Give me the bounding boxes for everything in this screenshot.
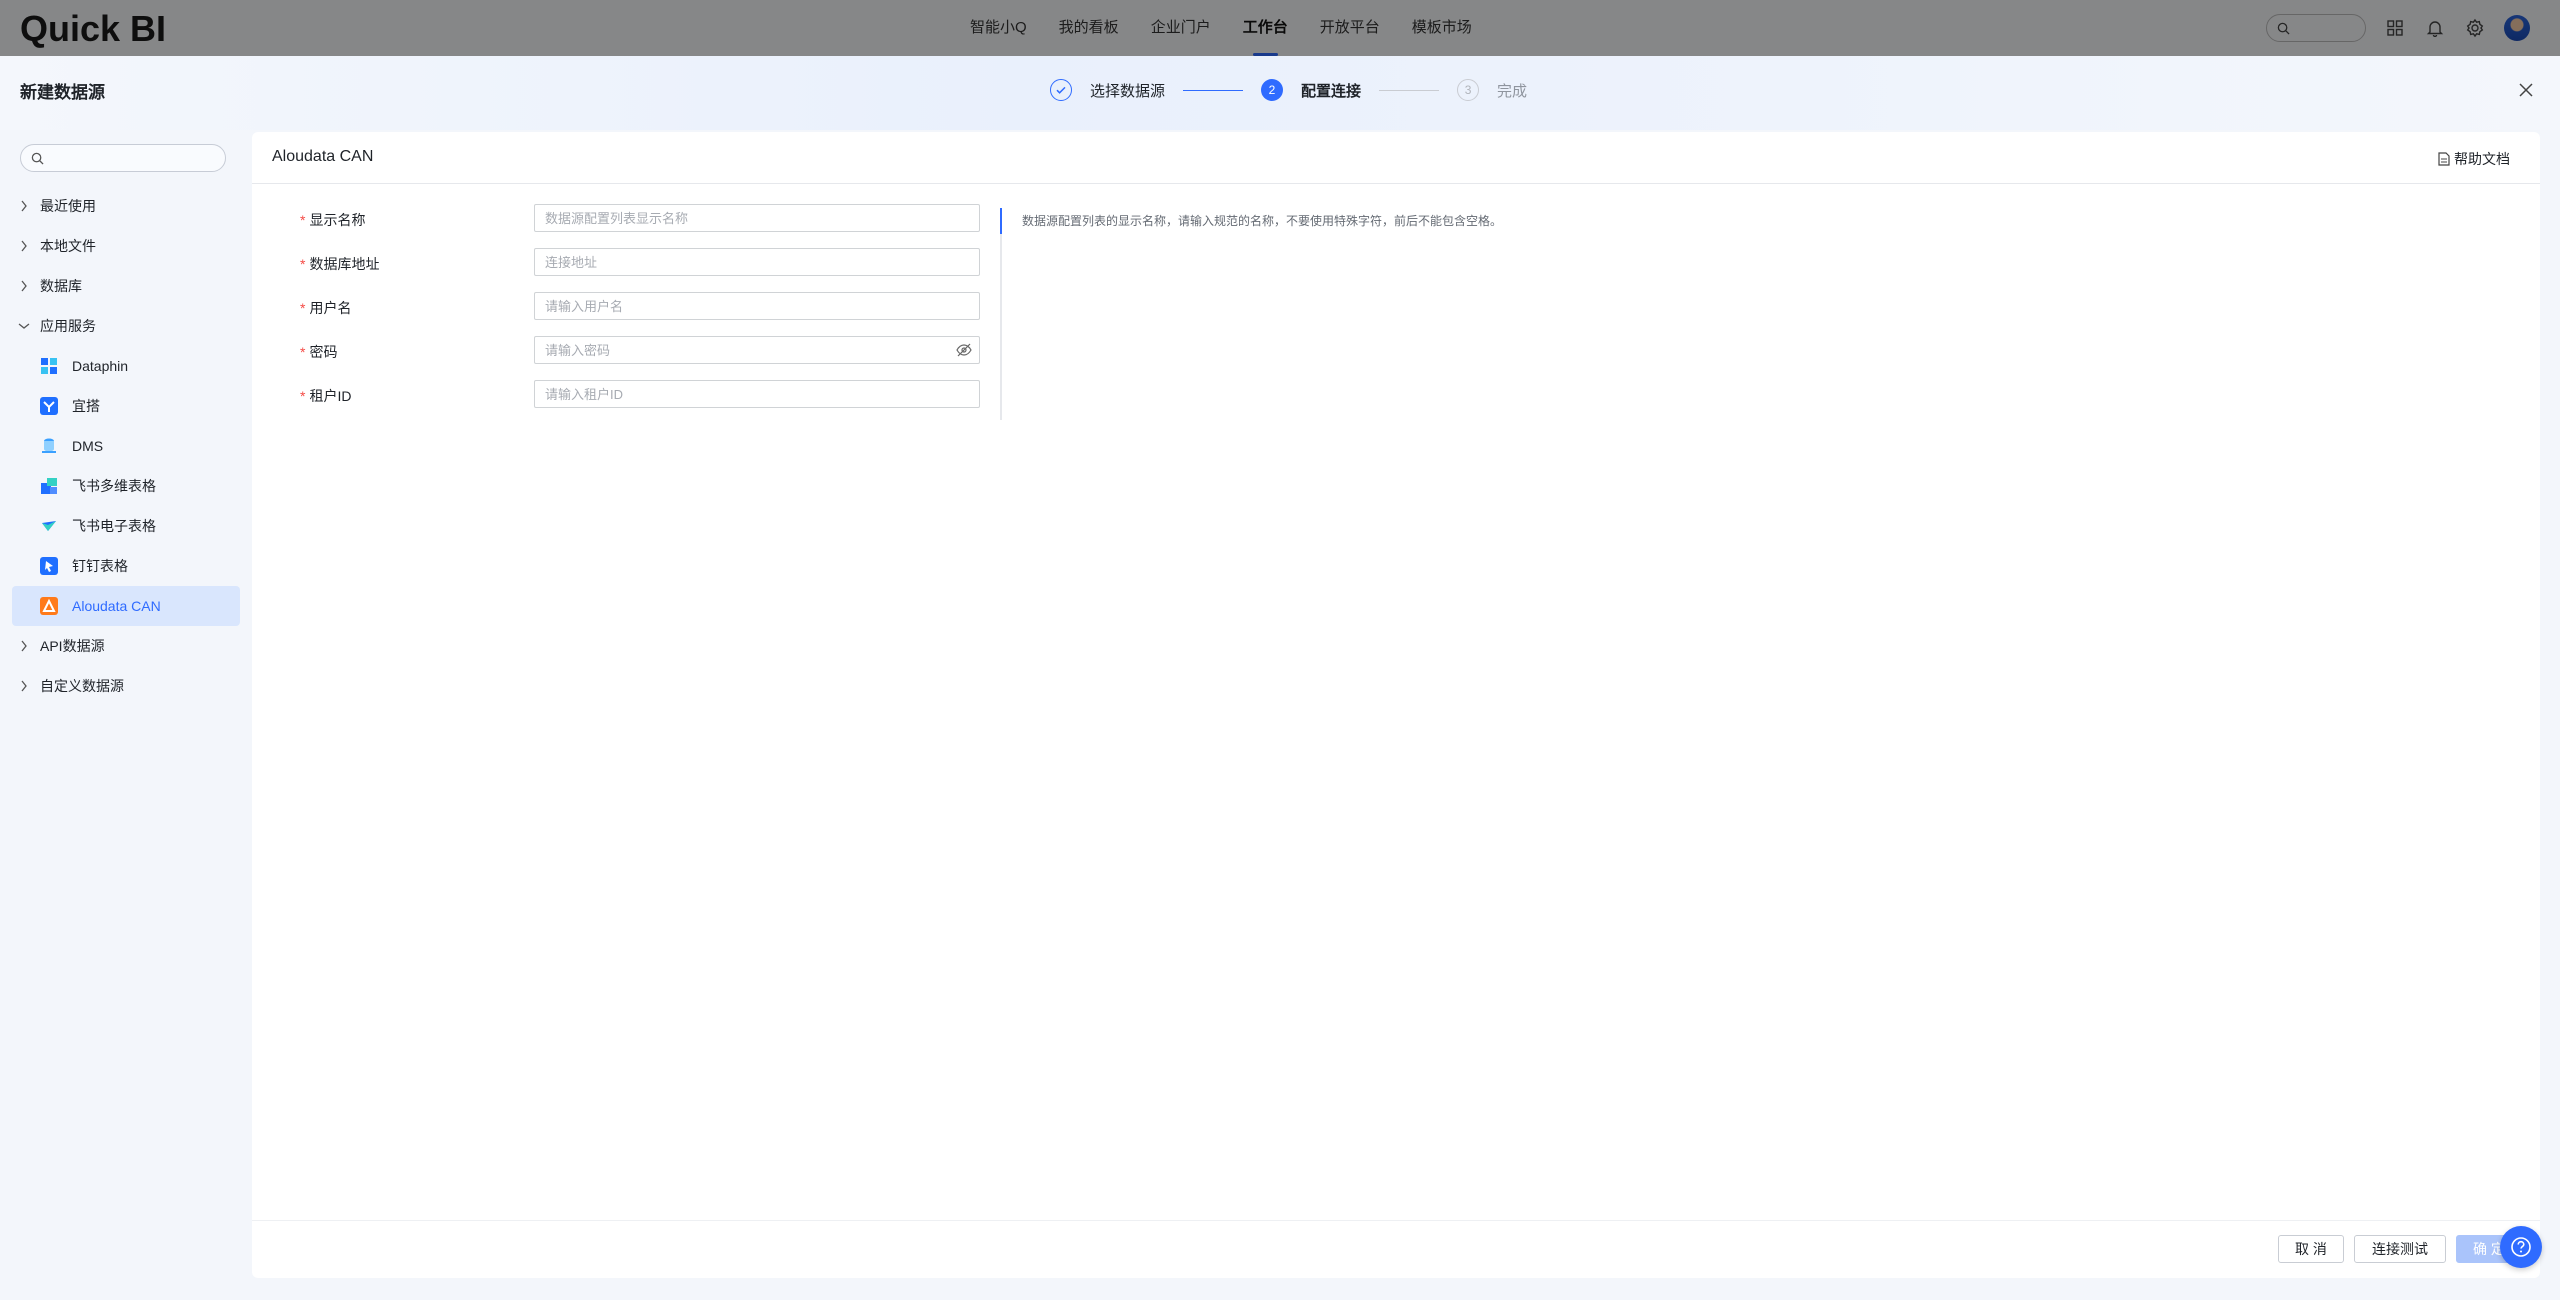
tree-item-dataphin[interactable]: Dataphin bbox=[12, 346, 240, 386]
search-icon bbox=[31, 152, 44, 165]
field-hint-divider bbox=[1000, 208, 1002, 420]
password-label: * 密码 bbox=[300, 342, 337, 362]
tree-item-feishu-bitable[interactable]: 飞书多维表格 bbox=[12, 466, 240, 506]
password-label-text: 密码 bbox=[309, 344, 338, 360]
required-mark: * bbox=[300, 344, 306, 360]
chevron-right-icon bbox=[18, 680, 30, 692]
feishu-bitable-icon bbox=[40, 477, 58, 495]
tree-item-feishu-sheet[interactable]: 飞书电子表格 bbox=[12, 506, 240, 546]
step-2-label: 配置连接 bbox=[1301, 82, 1362, 100]
tree-item-label: 飞书多维表格 bbox=[72, 478, 156, 494]
username-label-text: 用户名 bbox=[309, 300, 352, 316]
tree-group-label: 自定义数据源 bbox=[40, 678, 124, 694]
required-mark: * bbox=[300, 256, 306, 272]
eye-off-icon[interactable] bbox=[956, 343, 972, 357]
tree-item-dingtalk-sheet[interactable]: 钉钉表格 bbox=[12, 546, 240, 586]
step-1-label: 选择数据源 bbox=[1090, 82, 1166, 100]
datasource-type-sidebar: 最近使用 本地文件 数据库 应用服务 Dataphin 宜搭 DMS 飞书多维表… bbox=[0, 130, 250, 1300]
help-float-button[interactable] bbox=[2500, 1226, 2542, 1268]
tree-group-label: 本地文件 bbox=[40, 238, 96, 254]
tree-group-database[interactable]: 数据库 bbox=[12, 266, 240, 306]
step-connector-2 bbox=[1379, 89, 1440, 91]
yida-icon bbox=[40, 397, 58, 415]
panel-title: Aloudata CAN bbox=[272, 148, 374, 165]
document-icon bbox=[2438, 152, 2450, 166]
field-hint-text: 数据源配置列表的显示名称，请输入规范的名称，不要使用特殊字符，前后不能包含空格。 bbox=[1022, 214, 1503, 228]
display-name-input[interactable] bbox=[534, 204, 980, 232]
form-row-display-name: * 显示名称 bbox=[252, 204, 1012, 234]
tree-item-dms[interactable]: DMS bbox=[12, 426, 240, 466]
tree-group-label: API数据源 bbox=[40, 638, 105, 654]
sidebar-search-input[interactable] bbox=[20, 144, 226, 172]
tree-group-app-services[interactable]: 应用服务 bbox=[12, 306, 240, 346]
tree-item-label: 飞书电子表格 bbox=[72, 518, 156, 534]
chevron-right-icon bbox=[18, 280, 30, 292]
step-2-number: 2 bbox=[1261, 79, 1284, 101]
db-address-input[interactable] bbox=[534, 248, 980, 276]
panel-footer: 取 消 连接测试 确 定 bbox=[252, 1220, 2540, 1278]
display-name-label: * 显示名称 bbox=[300, 210, 365, 230]
db-address-label: * 数据库地址 bbox=[300, 254, 379, 274]
db-address-label-text: 数据库地址 bbox=[309, 256, 380, 272]
aloudata-icon bbox=[40, 597, 58, 615]
chevron-right-icon bbox=[18, 240, 30, 252]
tree-item-label: Dataphin bbox=[72, 358, 129, 374]
new-datasource-modal: 新建数据源 选择数据源 2 配置连接 3 完成 最近使用 本地文件 数据库 应用… bbox=[0, 56, 2560, 1300]
dataphin-icon bbox=[40, 357, 58, 375]
tree-item-yida[interactable]: 宜搭 bbox=[12, 386, 240, 426]
close-icon bbox=[2519, 83, 2533, 97]
tree-item-label: 宜搭 bbox=[72, 398, 100, 414]
connection-config-panel: Aloudata CAN 帮助文档 *显示名称 *数据库地址 *用户名 *密码 bbox=[252, 132, 2540, 1278]
connection-test-button[interactable]: 连接测试 bbox=[2354, 1235, 2446, 1263]
required-mark: * bbox=[300, 388, 306, 404]
tree-group-api-datasource[interactable]: API数据源 bbox=[12, 626, 240, 666]
tree-group-local-files[interactable]: 本地文件 bbox=[12, 226, 240, 266]
step-connector-1 bbox=[1183, 89, 1244, 91]
required-mark: * bbox=[300, 300, 306, 316]
question-icon bbox=[2511, 1237, 2531, 1257]
form-row-db-address: * 数据库地址 bbox=[252, 248, 1012, 278]
tenant-id-input[interactable] bbox=[534, 380, 980, 408]
chevron-right-icon bbox=[18, 640, 30, 652]
display-name-label-text: 显示名称 bbox=[309, 212, 366, 228]
panel-header: Aloudata CAN 帮助文档 bbox=[252, 132, 2540, 184]
username-input[interactable] bbox=[534, 292, 980, 320]
stepper: 选择数据源 2 配置连接 3 完成 bbox=[1050, 76, 1527, 104]
help-docs-link[interactable]: 帮助文档 bbox=[2438, 149, 2510, 169]
tree-group-label: 最近使用 bbox=[40, 198, 96, 214]
cancel-button[interactable]: 取 消 bbox=[2278, 1235, 2344, 1263]
tree-group-custom-datasource[interactable]: 自定义数据源 bbox=[12, 666, 240, 706]
required-mark: * bbox=[300, 212, 306, 228]
tree-item-label: Aloudata CAN bbox=[72, 598, 161, 614]
tree-group-label: 数据库 bbox=[40, 278, 82, 294]
username-label: * 用户名 bbox=[300, 298, 351, 318]
modal-header: 新建数据源 选择数据源 2 配置连接 3 完成 bbox=[0, 56, 2560, 130]
step-3-label: 完成 bbox=[1497, 82, 1528, 100]
form-row-tenant-id: * 租户ID bbox=[252, 380, 1012, 410]
tree-item-label: DMS bbox=[72, 438, 104, 454]
form-row-username: * 用户名 bbox=[252, 292, 1012, 322]
tree-item-aloudata-can[interactable]: Aloudata CAN bbox=[12, 586, 240, 626]
dms-icon bbox=[40, 437, 58, 455]
tenant-id-label-text: 租户ID bbox=[309, 388, 352, 404]
close-modal-button[interactable] bbox=[2516, 80, 2536, 100]
password-input[interactable] bbox=[534, 336, 980, 364]
datasource-tree: 最近使用 本地文件 数据库 应用服务 Dataphin 宜搭 DMS 飞书多维表… bbox=[12, 186, 240, 706]
step-3-number: 3 bbox=[1457, 79, 1480, 101]
feishu-sheet-icon bbox=[40, 517, 58, 535]
help-docs-label: 帮助文档 bbox=[2454, 151, 2510, 167]
modal-title: 新建数据源 bbox=[20, 83, 105, 102]
chevron-down-icon bbox=[18, 320, 30, 332]
tree-group-recent[interactable]: 最近使用 bbox=[12, 186, 240, 226]
chevron-right-icon bbox=[18, 200, 30, 212]
step-1-check-icon bbox=[1050, 79, 1072, 101]
tenant-id-label: * 租户ID bbox=[300, 386, 351, 406]
tree-group-label: 应用服务 bbox=[40, 318, 96, 334]
tree-item-label: 钉钉表格 bbox=[72, 558, 128, 574]
dingtalk-sheet-icon bbox=[40, 557, 58, 575]
form-row-password: * 密码 bbox=[252, 336, 1012, 366]
